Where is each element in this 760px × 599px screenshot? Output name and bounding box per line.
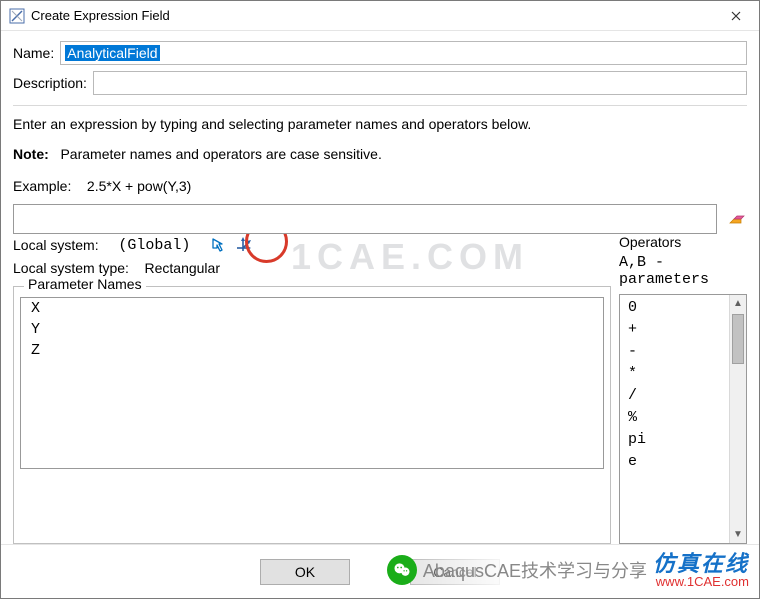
dialog-window: Create Expression Field Name: Analytical… [0,0,760,599]
local-system-type-label: Local system type: [13,260,129,276]
list-item[interactable]: e [620,451,729,473]
scroll-track[interactable] [730,366,746,526]
operators-list-wrap: 0+-*/%pie ▲ ▼ [619,294,747,544]
operators-list[interactable]: 0+-*/%pie [620,295,729,543]
separator-1 [13,105,747,106]
list-item[interactable]: pi [620,429,729,451]
cancel-button[interactable]: Cancel [410,559,500,585]
operators-title: Operators [619,234,747,250]
local-system-type-row: Local system type: Rectangular [13,260,611,276]
list-item[interactable]: + [620,319,729,341]
name-label: Name: [13,45,54,61]
list-item[interactable]: 0 [620,297,729,319]
list-item[interactable]: / [620,385,729,407]
list-item[interactable]: % [620,407,729,429]
expression-field[interactable] [13,204,717,234]
scroll-down-arrow-icon[interactable]: ▼ [730,526,746,543]
parameter-names-group: Parameter Names XYZ [13,286,611,544]
example-row: Example: 2.5*X + pow(Y,3) [13,178,747,194]
list-item[interactable]: Y [21,319,603,340]
lower-columns: Local system: (Global) [13,234,747,544]
pick-csys-icon[interactable] [210,236,228,254]
local-system-type-value: Rectangular [145,260,221,276]
scroll-thumb[interactable] [732,314,744,364]
brand-stack: 仿真在线 www.1CAE.com [653,552,749,589]
ok-button[interactable]: OK [260,559,350,585]
operators-subtitle: A,B - parameters [619,254,747,288]
titlebar: Create Expression Field [1,1,759,31]
erase-expression-button[interactable] [725,208,747,230]
list-item[interactable]: * [620,363,729,385]
dialog-content-lower: 1CAE.COM 1CAE.COM Local system: (Global) [1,234,759,544]
description-row: Description: [13,71,747,95]
name-field[interactable]: AnalyticalField [60,41,747,65]
name-field-value: AnalyticalField [65,45,159,61]
note-row: Note: Parameter names and operators are … [13,146,747,162]
instruction-text: Enter an expression by typing and select… [13,116,747,132]
list-item[interactable]: Z [21,340,603,361]
example-prefix: Example: [13,178,71,194]
parameter-names-list[interactable]: XYZ [20,297,604,469]
button-row: OK Cancel AbaqusCAE技术学习与分享 仿真在线 www.1CAE… [1,544,759,598]
close-button[interactable] [713,1,759,30]
note-prefix: Note: [13,146,49,162]
create-csys-icon[interactable] [234,236,252,254]
local-system-row: Local system: (Global) [13,236,611,254]
parameter-names-title: Parameter Names [24,276,146,292]
expression-row [13,204,747,234]
list-item[interactable]: - [620,341,729,363]
description-label: Description: [13,75,87,91]
description-field[interactable] [93,71,747,95]
dialog-content-top: Name: AnalyticalField Description: Enter… [1,31,759,234]
app-icon [9,8,25,24]
local-system-label: Local system: [13,237,99,253]
right-column: Operators A,B - parameters 0+-*/%pie ▲ ▼ [619,234,747,544]
example-body: 2.5*X + pow(Y,3) [87,178,191,194]
brand-url: www.1CAE.com [656,575,749,589]
brand-cn: 仿真在线 [653,552,749,575]
local-system-value: (Global) [118,237,190,254]
scrollbar[interactable]: ▲ ▼ [729,295,746,543]
scroll-up-arrow-icon[interactable]: ▲ [730,295,746,312]
left-column: Local system: (Global) [13,234,611,544]
name-row: Name: AnalyticalField [13,41,747,65]
note-body: Parameter names and operators are case s… [60,146,381,162]
window-title: Create Expression Field [31,8,713,23]
list-item[interactable]: X [21,298,603,319]
